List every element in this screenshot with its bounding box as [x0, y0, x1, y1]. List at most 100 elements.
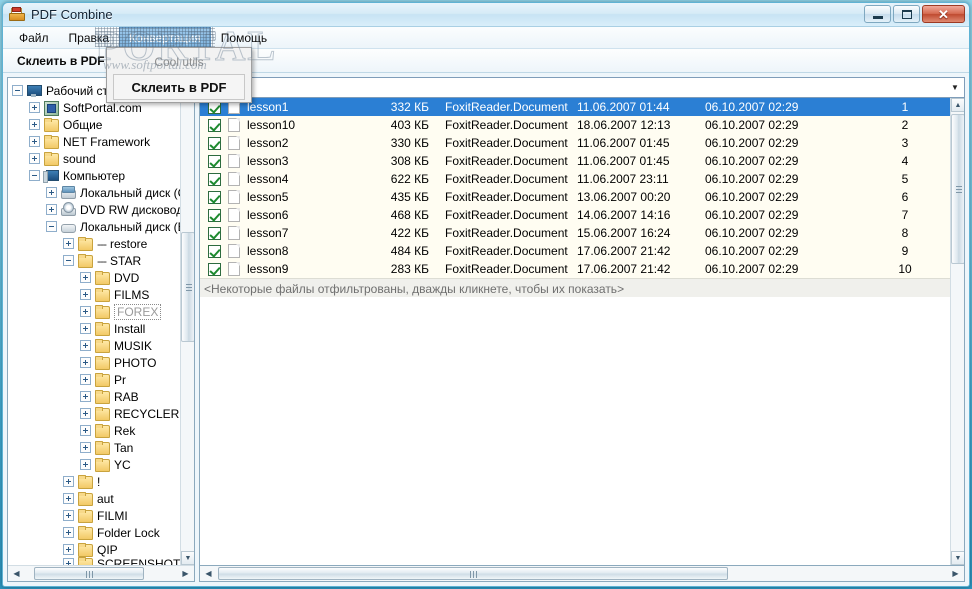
menu-convert[interactable]: Конвертация [119, 26, 211, 49]
expand-icon[interactable] [63, 527, 74, 538]
tree-item-sound[interactable]: sound [12, 150, 180, 167]
expand-icon[interactable] [80, 306, 91, 317]
expand-icon[interactable] [80, 459, 91, 470]
expand-icon[interactable] [29, 102, 40, 113]
table-row[interactable]: lesson9 283 КБ FoxitReader.Document 17.06.2… [200, 260, 964, 278]
expand-icon[interactable] [63, 476, 74, 487]
tree-item-photo[interactable]: PHOTO [12, 354, 180, 371]
tree-item-filmi[interactable]: FILMI [12, 507, 180, 524]
row-checkbox[interactable] [208, 154, 221, 168]
list-scroll-up-icon[interactable]: ▲ [951, 98, 964, 112]
list-scroll-left-icon[interactable]: ◀ [201, 566, 216, 580]
tree-item--e[interactable]: Локальный диск (E [12, 218, 180, 235]
combine-to-pdf-button[interactable]: Склеить в PDF [7, 52, 115, 70]
tree-item-dvd[interactable]: DVD [12, 269, 180, 286]
table-row[interactable]: lesson7 422 КБ FoxitReader.Document 15.06.2… [200, 224, 964, 242]
minimize-button[interactable] [864, 5, 891, 23]
menu-file[interactable]: Файл [9, 27, 59, 49]
tree-scroll-thumb[interactable] [181, 232, 194, 342]
expand-icon[interactable] [80, 391, 91, 402]
tree-item-aut[interactable]: aut [12, 490, 180, 507]
tree-item-folder-lock[interactable]: Folder Lock [12, 524, 180, 541]
row-checkbox[interactable] [208, 136, 221, 150]
tree-item-net-framework[interactable]: NET Framework [12, 133, 180, 150]
maximize-button[interactable] [893, 5, 920, 23]
folder-tree[interactable]: Рабочий стол SoftPortal.com Общие NET Frame… [8, 78, 180, 565]
tree-item-films[interactable]: FILMS [12, 286, 180, 303]
expand-icon[interactable] [80, 442, 91, 453]
menu-help[interactable]: Помощь [211, 27, 277, 49]
collapse-icon[interactable] [63, 255, 74, 266]
file-rows[interactable]: lesson1 332 КБ FoxitReader.Document 11.06.2… [200, 98, 964, 278]
expand-icon[interactable] [63, 238, 74, 249]
expand-icon[interactable] [80, 289, 91, 300]
scroll-right-icon[interactable]: ▶ [178, 566, 193, 580]
scroll-left-icon[interactable]: ◀ [9, 566, 24, 580]
tree-item--[interactable]: Компьютер [12, 167, 180, 184]
expand-icon[interactable] [63, 558, 74, 565]
row-checkbox[interactable] [208, 118, 221, 132]
row-checkbox[interactable] [208, 190, 221, 204]
expand-icon[interactable] [46, 187, 57, 198]
expand-icon[interactable] [63, 493, 74, 504]
row-checkbox[interactable] [208, 226, 221, 240]
tree-item--[interactable]: ! [12, 473, 180, 490]
row-checkbox[interactable] [208, 244, 221, 258]
file-list[interactable]: lesson1 332 КБ FoxitReader.Document 11.06.2… [199, 98, 965, 566]
expand-icon[interactable] [80, 340, 91, 351]
table-row[interactable]: lesson4 622 КБ FoxitReader.Document 11.06.2… [200, 170, 964, 188]
list-scroll-right-icon[interactable]: ▶ [948, 566, 963, 580]
row-checkbox[interactable] [208, 208, 221, 222]
tree-item-rek[interactable]: Rek [12, 422, 180, 439]
table-row[interactable]: lesson6 468 КБ FoxitReader.Document 14.06.2… [200, 206, 964, 224]
tree-horizontal-scrollbar[interactable]: ◀ ▶ [8, 565, 194, 581]
tree-item-restore[interactable]: --- restore [12, 235, 180, 252]
expand-icon[interactable] [29, 119, 40, 130]
collapse-icon[interactable] [12, 85, 23, 96]
list-horizontal-scrollbar[interactable]: ◀ ▶ [199, 566, 965, 582]
tree-vertical-scrollbar[interactable]: ▲ ▼ [180, 78, 194, 565]
expand-icon[interactable] [80, 425, 91, 436]
tree-item-screenshots[interactable]: SCREENSHOTS [12, 557, 180, 565]
tree-item-dvd-rw-[interactable]: DVD RW дисковод [12, 201, 180, 218]
file-filter-combobox[interactable]: *.pdf) ▼ [199, 77, 965, 98]
tree-item-rab[interactable]: RAB [12, 388, 180, 405]
expand-icon[interactable] [46, 204, 57, 215]
table-row[interactable]: lesson5 435 КБ FoxitReader.Document 13.06.2… [200, 188, 964, 206]
expand-icon[interactable] [29, 153, 40, 164]
collapse-icon[interactable] [46, 221, 57, 232]
tree-item--[interactable]: Общие [12, 116, 180, 133]
tree-item-recycler[interactable]: RECYCLER [12, 405, 180, 422]
list-hscroll-thumb[interactable] [218, 567, 728, 580]
chevron-down-icon[interactable]: ▼ [947, 79, 963, 96]
table-row[interactable]: lesson2 330 КБ FoxitReader.Document 11.06.2… [200, 134, 964, 152]
list-vertical-scrollbar[interactable]: ▲ ▼ [950, 98, 964, 565]
tree-hscroll-thumb[interactable] [34, 567, 144, 580]
expand-icon[interactable] [80, 272, 91, 283]
tree-item-musik[interactable]: MUSIK [12, 337, 180, 354]
expand-icon[interactable] [80, 357, 91, 368]
table-row[interactable]: lesson3 308 КБ FoxitReader.Document 11.06.2… [200, 152, 964, 170]
expand-icon[interactable] [29, 136, 40, 147]
convert-dropdown-menu[interactable]: Cool utils Склеить в PDF [106, 47, 252, 103]
tree-item-qip[interactable]: QIP [12, 541, 180, 558]
tree-item-pr[interactable]: Pr [12, 371, 180, 388]
table-row[interactable]: lesson1 332 КБ FoxitReader.Document 11.06.2… [200, 98, 964, 116]
expand-icon[interactable] [63, 544, 74, 555]
dropdown-item-combine-pdf[interactable]: Склеить в PDF [113, 74, 245, 100]
expand-icon[interactable] [80, 323, 91, 334]
expand-icon[interactable] [80, 408, 91, 419]
tree-item-yc[interactable]: YC [12, 456, 180, 473]
scroll-down-icon[interactable]: ▼ [181, 551, 194, 565]
row-checkbox[interactable] [208, 172, 221, 186]
tree-item-tan[interactable]: Tan [12, 439, 180, 456]
tree-item-star[interactable]: --- STAR [12, 252, 180, 269]
close-button[interactable]: ✕ [922, 5, 965, 23]
filter-note[interactable]: <Некоторые файлы отфильтрованы, дважды к… [200, 278, 964, 297]
menu-edit[interactable]: Правка [59, 27, 120, 49]
tree-item--c[interactable]: Локальный диск (C [12, 184, 180, 201]
list-scroll-down-icon[interactable]: ▼ [951, 551, 964, 565]
list-scroll-thumb[interactable] [951, 114, 964, 264]
tree-item-install[interactable]: Install [12, 320, 180, 337]
row-checkbox[interactable] [208, 262, 221, 276]
